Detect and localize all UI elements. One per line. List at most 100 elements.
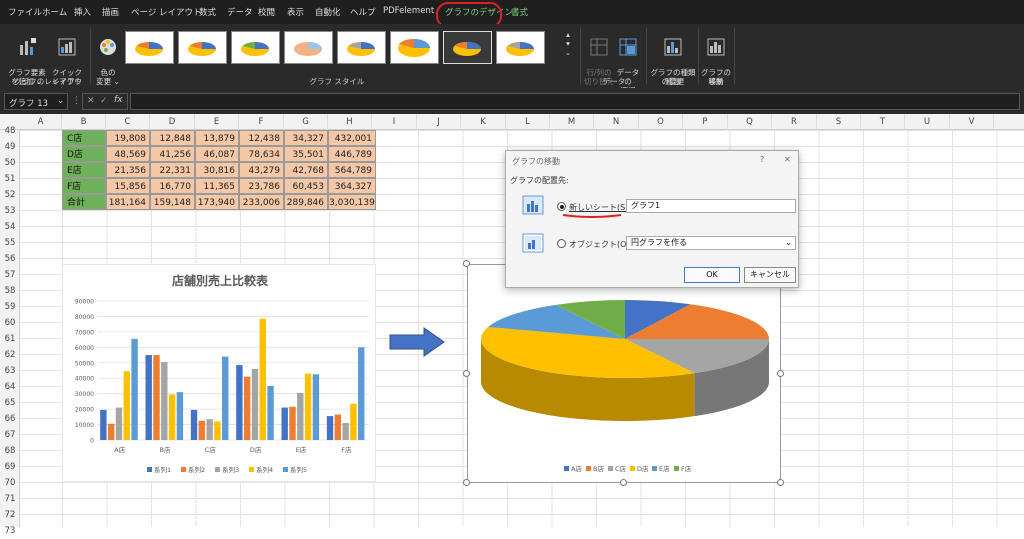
table-cell[interactable]: 16,770 bbox=[150, 178, 195, 194]
bar[interactable] bbox=[123, 371, 130, 440]
bar[interactable] bbox=[190, 409, 198, 440]
table-row-label[interactable]: C店 bbox=[62, 130, 106, 146]
bar[interactable] bbox=[214, 421, 221, 440]
table-cell[interactable]: 12,438 bbox=[239, 130, 284, 146]
bar[interactable] bbox=[358, 347, 365, 440]
row-header-60[interactable]: 60 bbox=[0, 315, 20, 331]
menu-draw[interactable]: 描画 bbox=[102, 6, 119, 18]
row-header-56[interactable]: 56 bbox=[0, 251, 20, 267]
row-header-53[interactable]: 53 bbox=[0, 203, 20, 219]
bar[interactable] bbox=[176, 392, 184, 440]
row-header-61[interactable]: 61 bbox=[0, 331, 20, 347]
row-header-51[interactable]: 51 bbox=[0, 171, 20, 187]
column-header-l[interactable]: L bbox=[506, 114, 550, 130]
table-cell[interactable]: 43,279 bbox=[239, 162, 284, 178]
chart-style-2[interactable] bbox=[178, 31, 227, 64]
menu-help[interactable]: ヘルプ bbox=[350, 6, 376, 18]
resize-handle[interactable] bbox=[777, 370, 784, 377]
bar[interactable] bbox=[304, 373, 312, 440]
table-cell[interactable]: 78,634 bbox=[239, 146, 284, 162]
bar[interactable] bbox=[153, 355, 160, 440]
object-select[interactable]: 円グラフを作る ⌄ bbox=[626, 236, 796, 250]
bar[interactable] bbox=[222, 356, 229, 440]
column-header-r[interactable]: R bbox=[772, 114, 817, 130]
menu-home[interactable]: ホーム bbox=[42, 6, 67, 18]
resize-handle[interactable] bbox=[463, 479, 470, 486]
row-header-55[interactable]: 55 bbox=[0, 235, 20, 251]
bar[interactable] bbox=[259, 318, 266, 440]
bar[interactable] bbox=[281, 407, 288, 440]
cancel-button[interactable]: キャンセル bbox=[744, 267, 796, 283]
chart-style-6[interactable] bbox=[390, 31, 439, 64]
help-icon[interactable]: ? bbox=[760, 155, 764, 164]
resize-handle[interactable] bbox=[463, 260, 470, 267]
ok-button[interactable]: OK bbox=[684, 267, 740, 283]
table-cell[interactable]: 564,789 bbox=[328, 162, 376, 178]
menu-format[interactable]: 書式 bbox=[511, 6, 528, 18]
row-header-59[interactable]: 59 bbox=[0, 299, 20, 315]
table-cell[interactable]: 3,030,139 bbox=[328, 194, 376, 210]
row-header-52[interactable]: 52 bbox=[0, 187, 20, 203]
bar[interactable] bbox=[236, 365, 243, 440]
fx-icon[interactable]: fx bbox=[114, 95, 123, 105]
table-cell[interactable]: 42,768 bbox=[284, 162, 328, 178]
row-header-50[interactable]: 50 bbox=[0, 155, 20, 171]
column-header-c[interactable]: C bbox=[106, 114, 150, 130]
column-header-i[interactable]: I bbox=[372, 114, 417, 130]
bar[interactable] bbox=[115, 407, 123, 440]
resize-handle[interactable] bbox=[620, 479, 627, 486]
table-cell[interactable]: 364,327 bbox=[328, 178, 376, 194]
row-header-68[interactable]: 68 bbox=[0, 443, 20, 459]
column-header-n[interactable]: N bbox=[594, 114, 639, 130]
new-sheet-radio[interactable] bbox=[557, 202, 566, 211]
bar[interactable] bbox=[131, 338, 138, 440]
row-header-66[interactable]: 66 bbox=[0, 411, 20, 427]
row-header-72[interactable]: 72 bbox=[0, 507, 20, 523]
column-header-k[interactable]: K bbox=[461, 114, 506, 130]
table-cell[interactable]: 30,816 bbox=[195, 162, 239, 178]
table-cell[interactable]: 159,148 bbox=[150, 194, 195, 210]
bar[interactable] bbox=[198, 420, 206, 440]
column-header-u[interactable]: U bbox=[905, 114, 950, 130]
cancel-icon[interactable]: ✕ bbox=[87, 96, 95, 106]
row-header-64[interactable]: 64 bbox=[0, 379, 20, 395]
bar[interactable] bbox=[342, 423, 349, 440]
bar[interactable] bbox=[326, 416, 334, 440]
menu-review[interactable]: 校閲 bbox=[258, 6, 275, 18]
row-header-48[interactable]: 48 bbox=[0, 123, 20, 139]
menu-automate[interactable]: 自動化 bbox=[315, 6, 341, 18]
chart-style-8[interactable] bbox=[496, 31, 545, 64]
table-cell[interactable]: 15,856 bbox=[106, 178, 150, 194]
row-header-65[interactable]: 65 bbox=[0, 395, 20, 411]
styles-scroll-arrows[interactable]: ▴ ▾ ⌄ bbox=[562, 30, 574, 57]
table-cell[interactable]: 289,846 bbox=[284, 194, 328, 210]
menu-file[interactable]: ファイル bbox=[8, 6, 42, 18]
table-cell[interactable]: 446,789 bbox=[328, 146, 376, 162]
table-cell[interactable]: 46,087 bbox=[195, 146, 239, 162]
table-row-label[interactable]: D店 bbox=[62, 146, 106, 162]
name-box[interactable]: グラフ 13 ⌄ bbox=[4, 93, 68, 110]
bar[interactable] bbox=[251, 368, 259, 440]
table-cell[interactable]: 181,164 bbox=[106, 194, 150, 210]
row-header-69[interactable]: 69 bbox=[0, 459, 20, 475]
check-icon[interactable]: ✓ bbox=[100, 96, 108, 106]
row-header-58[interactable]: 58 bbox=[0, 283, 20, 299]
bar[interactable] bbox=[243, 376, 251, 440]
row-header-71[interactable]: 71 bbox=[0, 491, 20, 507]
table-cell[interactable]: 19,808 bbox=[106, 130, 150, 146]
table-cell[interactable]: 233,006 bbox=[239, 194, 284, 210]
menu-view[interactable]: 表示 bbox=[287, 6, 304, 18]
column-header-s[interactable]: S bbox=[817, 114, 861, 130]
row-header-67[interactable]: 67 bbox=[0, 427, 20, 443]
chart-style-5[interactable] bbox=[337, 31, 386, 64]
column-header-f[interactable]: F bbox=[239, 114, 284, 130]
column-header-m[interactable]: M bbox=[550, 114, 594, 130]
table-cell[interactable]: 34,327 bbox=[284, 130, 328, 146]
table-cell[interactable]: 48,569 bbox=[106, 146, 150, 162]
column-header-e[interactable]: E bbox=[195, 114, 239, 130]
bar[interactable] bbox=[334, 414, 342, 440]
bar[interactable] bbox=[289, 406, 296, 440]
table-cell[interactable]: 35,501 bbox=[284, 146, 328, 162]
chart-style-4[interactable] bbox=[284, 31, 333, 64]
table-row-label[interactable]: E店 bbox=[62, 162, 106, 178]
